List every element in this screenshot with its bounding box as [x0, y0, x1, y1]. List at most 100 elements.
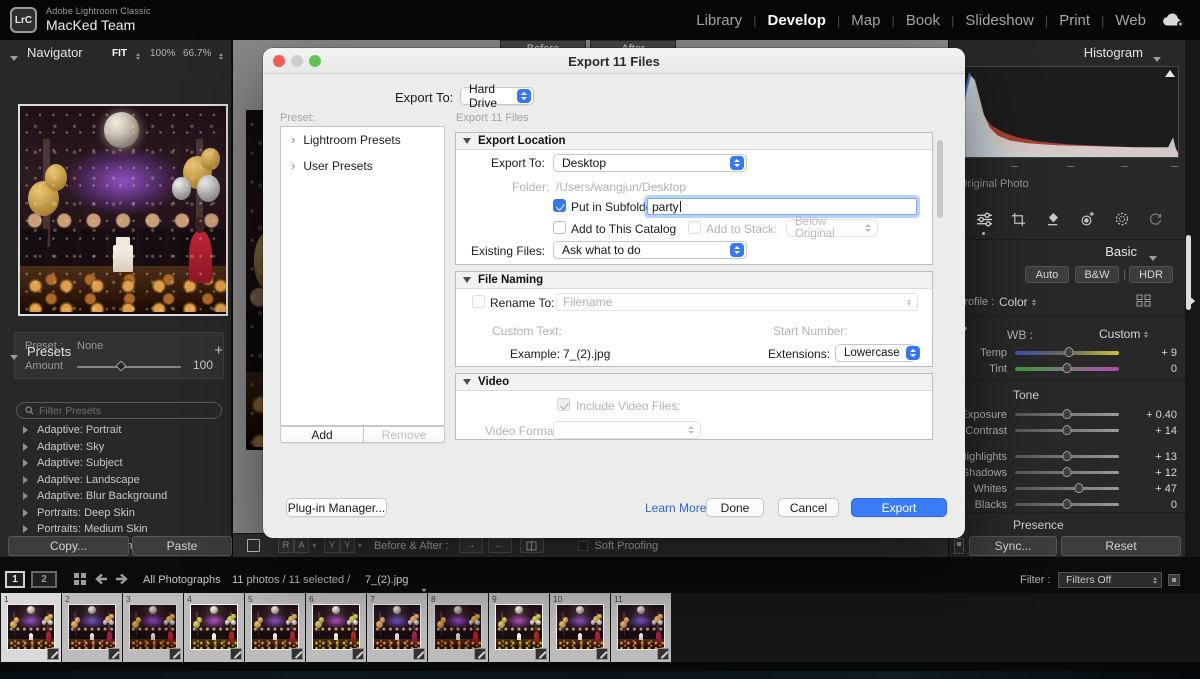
edit-badge-icon[interactable]	[596, 648, 608, 660]
put-in-subfolder-checkbox[interactable]	[553, 199, 566, 212]
second-window-button[interactable]: 2	[31, 571, 57, 588]
preset-filter-input[interactable]: Filter Presets	[16, 402, 222, 419]
basic-collapse-icon[interactable]	[1149, 248, 1157, 266]
navigator-zoom-level[interactable]: 66.7%	[183, 48, 211, 59]
healing-tool-icon[interactable]	[1044, 210, 1062, 228]
view-dropdown-icon[interactable]: ▾	[312, 541, 316, 550]
preset-item[interactable]: Adaptive: Landscape	[8, 472, 232, 489]
existing-files-select[interactable]: Ask what to do	[553, 241, 747, 259]
module-tab-web[interactable]: Web	[1113, 12, 1148, 29]
extensions-select[interactable]: Lowercase	[835, 344, 915, 362]
dialog-titlebar[interactable]: Export 11 Files	[263, 48, 965, 74]
reference-view-button-a[interactable]: A	[294, 538, 309, 553]
preset-item[interactable]: Adaptive: Portrait	[8, 422, 232, 439]
filmstrip-thumbnail[interactable]: 11	[611, 593, 671, 662]
location-export-to-select[interactable]: Desktop	[553, 154, 747, 172]
filmstrip-thumbnail[interactable]: 10	[550, 593, 610, 662]
profile-value[interactable]: Color	[999, 295, 1036, 309]
disclosure-icon[interactable]: ›	[291, 161, 295, 171]
video-header[interactable]: Video	[456, 374, 932, 391]
filmstrip-thumbnail[interactable]: 3	[123, 593, 183, 662]
dialog-scrollbar[interactable]	[937, 140, 943, 218]
preset-item[interactable]: Adaptive: Subject	[8, 455, 232, 472]
profile-browser-icon[interactable]	[1136, 294, 1151, 307]
edit-badge-icon[interactable]	[169, 648, 181, 660]
navigator-preview[interactable]	[18, 104, 228, 316]
slider-track[interactable]	[1015, 455, 1119, 458]
next-photo-icon[interactable]	[114, 572, 129, 586]
sync-button[interactable]: Sync...	[969, 536, 1057, 556]
add-to-catalog-checkbox[interactable]	[553, 221, 566, 234]
module-tab-slideshow[interactable]: Slideshow	[963, 12, 1035, 29]
filter-toggle-button[interactable]	[1168, 574, 1180, 586]
reset-button[interactable]: Reset	[1061, 536, 1181, 556]
slider-track[interactable]	[1015, 429, 1119, 432]
slider-thumb[interactable]	[1065, 347, 1074, 357]
done-button[interactable]: Done	[706, 498, 764, 517]
source-indicator[interactable]: All Photographs	[143, 574, 221, 586]
hdr-button[interactable]: HDR	[1129, 266, 1173, 283]
filmstrip-thumbnail[interactable]: 2	[62, 593, 122, 662]
navigator-fit-button[interactable]: FIT	[112, 48, 127, 59]
filmstrip-thumbnail[interactable]: 7	[367, 593, 427, 662]
export-location-header[interactable]: Export Location	[456, 133, 932, 150]
slider-track[interactable]	[1015, 503, 1119, 506]
edit-badge-icon[interactable]	[108, 648, 120, 660]
disclosure-icon[interactable]	[23, 459, 28, 467]
amount-slider[interactable]	[77, 366, 181, 368]
copy-button[interactable]: Copy...	[8, 536, 129, 556]
before-after-split-button[interactable]	[520, 538, 544, 553]
edit-badge-icon[interactable]	[413, 648, 425, 660]
loupe-view-button[interactable]	[247, 539, 260, 552]
filmstrip-thumbnail[interactable]: 6	[306, 593, 366, 662]
slider-track[interactable]	[1015, 351, 1119, 355]
filmstrip-thumbnail[interactable]: 8	[428, 593, 488, 662]
slider-thumb[interactable]	[1063, 363, 1072, 373]
module-tab-library[interactable]: Library	[694, 12, 744, 29]
slider-thumb[interactable]	[1063, 451, 1072, 461]
histogram-collapse-icon[interactable]	[1153, 49, 1161, 67]
highlight-clipping-icon[interactable]	[1165, 70, 1175, 77]
navigator-collapse-icon[interactable]	[10, 48, 18, 66]
before-after-left-right-button[interactable]: →	[459, 538, 483, 553]
preset-item[interactable]: Adaptive: Sky	[8, 439, 232, 456]
disclosure-icon[interactable]: ›	[291, 135, 295, 145]
filter-dropdown[interactable]: Filters Off	[1058, 572, 1162, 588]
module-tab-map[interactable]: Map	[849, 12, 882, 29]
preset-item[interactable]: Adaptive: Blur Background	[8, 488, 232, 505]
soft-proofing-checkbox[interactable]	[578, 541, 588, 551]
dialog-preset-group[interactable]: ›User Presets	[281, 153, 444, 179]
slider-track[interactable]	[1015, 471, 1119, 474]
disclosure-icon[interactable]	[23, 492, 28, 500]
plugin-manager-button[interactable]: Plug-in Manager...	[286, 498, 387, 517]
lens-blur-tool-icon[interactable]	[1147, 210, 1165, 228]
grid-view-icon[interactable]	[74, 573, 86, 585]
slider-track[interactable]	[1015, 487, 1119, 490]
preset-item[interactable]: Portraits: Deep Skin	[8, 505, 232, 522]
disclosure-icon[interactable]	[23, 443, 28, 451]
edit-badge-icon[interactable]	[47, 648, 59, 660]
export-button[interactable]: Export	[851, 498, 947, 517]
amount-slider-thumb[interactable]	[115, 360, 126, 371]
subfolder-name-input[interactable]: party	[647, 198, 917, 215]
disclosure-icon[interactable]	[23, 509, 28, 517]
wb-value[interactable]: Custom	[1099, 327, 1148, 341]
crop-tool-icon[interactable]	[1009, 210, 1027, 228]
filmstrip-thumbnail[interactable]: 1	[1, 593, 61, 662]
histogram-graph[interactable]	[957, 66, 1179, 158]
module-tab-print[interactable]: Print	[1057, 12, 1092, 29]
main-window-button[interactable]: 1	[5, 571, 25, 588]
disclosure-icon[interactable]	[23, 525, 28, 533]
reference-view-button-r[interactable]: R	[278, 538, 294, 553]
filmstrip-thumbnail[interactable]: 5	[245, 593, 305, 662]
panel-expand-icon[interactable]	[1190, 292, 1195, 310]
sync-switch[interactable]	[954, 538, 964, 554]
compare-view-button-y2[interactable]: Y	[340, 538, 355, 553]
auto-button[interactable]: Auto	[1025, 266, 1069, 283]
edit-badge-icon[interactable]	[230, 648, 242, 660]
module-tab-book[interactable]: Book	[904, 12, 942, 29]
before-after-right-left-button[interactable]: ←	[488, 538, 512, 553]
edit-badge-icon[interactable]	[657, 648, 669, 660]
edit-badge-icon[interactable]	[291, 648, 303, 660]
remove-preset-button[interactable]: Remove	[363, 426, 445, 443]
